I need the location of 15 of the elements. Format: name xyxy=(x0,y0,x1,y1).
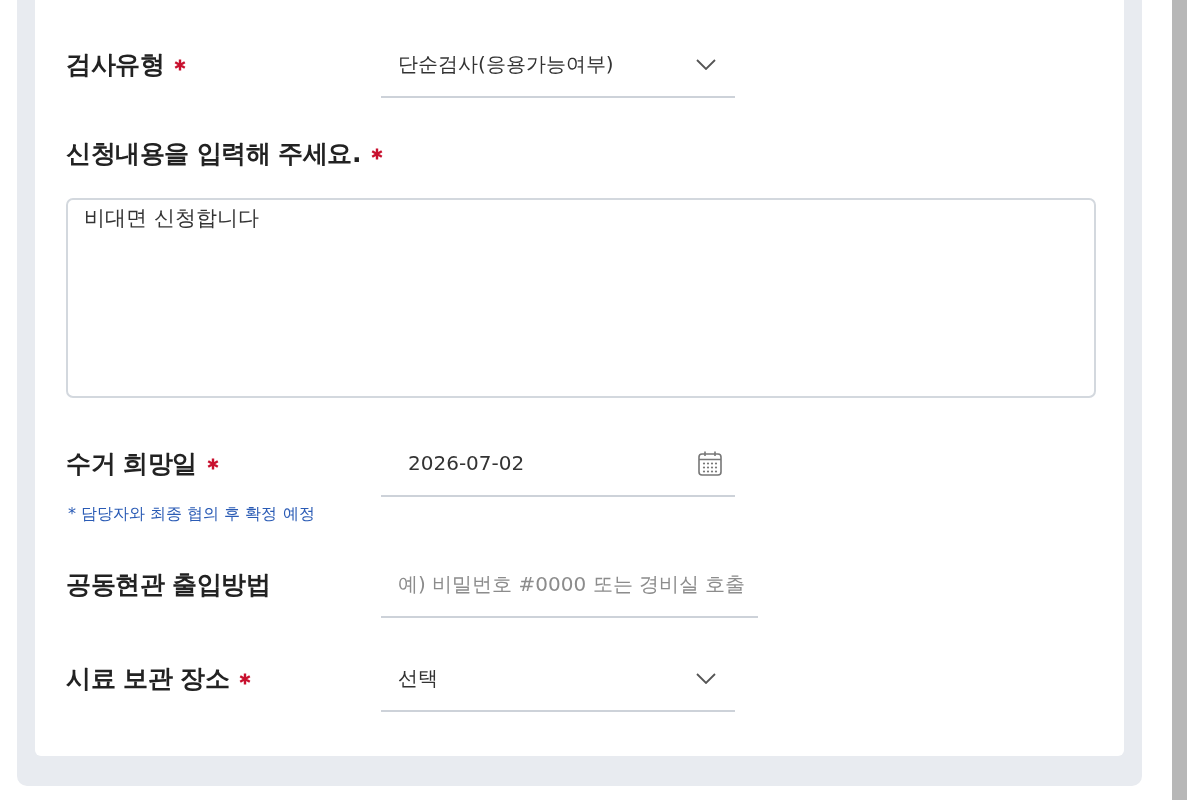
content-textarea[interactable]: 비대면 신청합니다 xyxy=(66,198,1096,398)
field-label: 검사유형 xyxy=(66,49,164,81)
select-field[interactable]: 선택 xyxy=(381,646,735,712)
chevron-down-icon xyxy=(696,672,716,684)
date-field[interactable]: 2026-07-02 xyxy=(381,431,735,497)
calendar-icon[interactable] xyxy=(698,451,722,476)
field-label: 수거 희망일 xyxy=(66,448,197,480)
select-field[interactable]: 단순검사(응용가능여부) xyxy=(381,32,735,98)
text-input[interactable]: 예) 비밀번호 #0000 또는 경비실 호출 xyxy=(381,552,758,618)
scrollbar-thumb[interactable] xyxy=(1172,0,1187,800)
field-label: 공동현관 출입방법 xyxy=(66,569,271,601)
field-label: 시료 보관 장소 xyxy=(66,663,230,695)
field-label: 신청내용을 입력해 주세요. xyxy=(66,138,361,170)
field-note: * 담당자와 최종 협의 후 확정 예정 xyxy=(67,504,315,524)
chevron-down-icon xyxy=(696,58,716,70)
